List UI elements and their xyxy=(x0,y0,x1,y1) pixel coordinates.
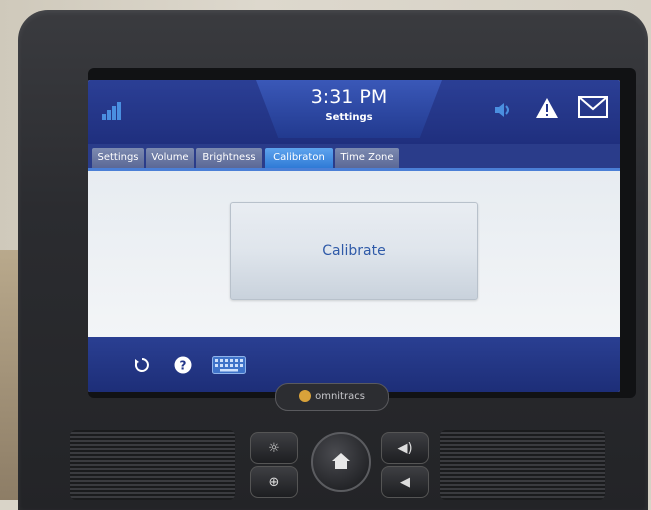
speaker-icon[interactable] xyxy=(493,100,513,120)
speaker-grille-left xyxy=(70,430,235,500)
keyboard-icon[interactable] xyxy=(212,356,246,374)
settings-content: Calibrate xyxy=(88,171,620,337)
svg-text:?: ? xyxy=(180,359,187,373)
speaker-grille-right xyxy=(440,430,605,500)
tab-volume[interactable]: Volume xyxy=(146,148,194,168)
brand-mark-icon xyxy=(299,390,312,402)
brand-logo: omnitracs xyxy=(275,383,389,411)
zoom-button[interactable]: ⊕ xyxy=(250,466,298,498)
brand-name: omnitracs xyxy=(315,391,365,402)
volume-down-icon: ◀ xyxy=(400,474,410,490)
volume-up-button[interactable]: ◀) xyxy=(381,432,429,464)
mail-icon[interactable] xyxy=(578,96,608,118)
volume-down-button[interactable]: ◀ xyxy=(381,466,429,498)
touch-screen: 3:31 PM Settings Settings Volume Brightn… xyxy=(88,80,620,392)
settings-tabs: Settings Volume Brightness Calibraton Ti… xyxy=(88,144,620,171)
top-status-bar: 3:31 PM Settings xyxy=(88,80,620,144)
page-title: Settings xyxy=(325,112,373,123)
refresh-icon[interactable] xyxy=(134,357,150,373)
warning-icon[interactable] xyxy=(535,96,559,120)
calibrate-button[interactable]: Calibrate xyxy=(230,202,478,300)
clock-time: 3:31 PM xyxy=(310,86,388,108)
signal-icon xyxy=(102,102,124,120)
tab-brightness[interactable]: Brightness xyxy=(196,148,262,168)
volume-up-icon: ◀) xyxy=(397,440,413,456)
tab-settings[interactable]: Settings xyxy=(92,148,144,168)
home-icon xyxy=(332,453,350,469)
tab-calibration[interactable]: Calibraton xyxy=(265,148,333,168)
tab-time-zone[interactable]: Time Zone xyxy=(335,148,399,168)
brightness-up-button[interactable]: ☼ xyxy=(250,432,298,464)
brightness-icon: ☼ xyxy=(268,440,280,456)
zoom-icon: ⊕ xyxy=(268,474,280,490)
help-icon[interactable]: ? xyxy=(174,356,192,374)
home-button[interactable] xyxy=(311,432,371,492)
